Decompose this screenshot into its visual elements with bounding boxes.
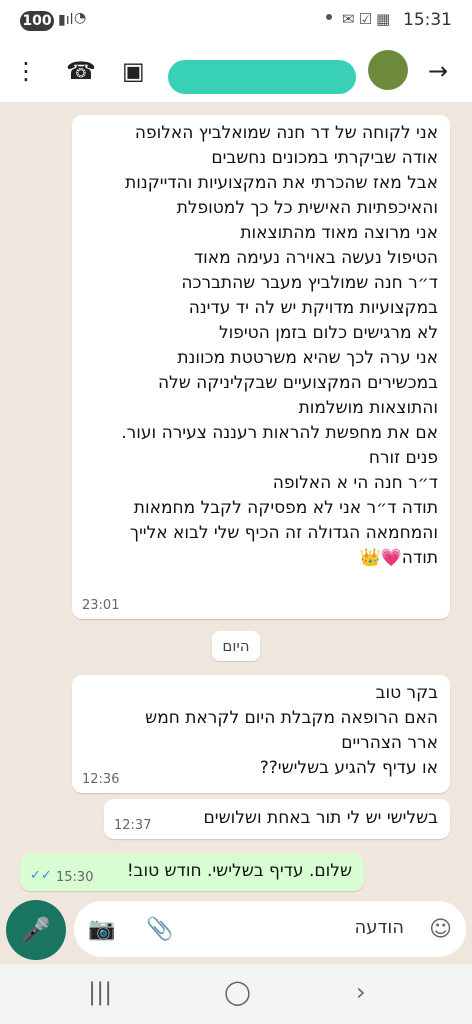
mic-button[interactable]: 🎤 — [6, 900, 66, 960]
attach-icon[interactable]: 📎 — [146, 917, 173, 942]
signal-icon: ▮ıl — [58, 12, 74, 28]
wifi-icon: ◔ — [74, 10, 87, 26]
message-text: בקר טוב האם הרופאה מקבלת היום לקראת חמש … — [145, 683, 438, 778]
redacted-contact-name — [168, 60, 356, 94]
status-app-icons: ✉☑▦ — [342, 10, 395, 28]
message-input-bar[interactable]: 📷 📎 הודעה ☺ — [74, 901, 466, 957]
system-nav-bar: ||| ◯ › — [0, 964, 472, 1024]
message-bubble-1[interactable]: אני לקוחה של דר חנה שמואלביץ האלופה אודה… — [72, 115, 450, 619]
contact-card-icon[interactable]: ▣ — [122, 56, 145, 86]
camera-icon[interactable]: 📷 — [88, 917, 115, 942]
avatar[interactable] — [368, 50, 408, 90]
chat-area: אני לקוחה של דר חנה שמואלביץ האלופה אודה… — [0, 103, 472, 903]
status-clock: 15:31 — [403, 10, 452, 30]
date-chip: היום — [212, 631, 260, 661]
message-bubble-4-outgoing[interactable]: שלום. עדיף בשלישי. חודש טוב! ✓✓ 15:30 — [20, 853, 364, 891]
message-text: בשלישי יש לי תור באחת ושלושים — [203, 808, 438, 828]
message-time: 15:30 — [56, 870, 94, 885]
read-receipt-icon: ✓✓ — [30, 868, 52, 883]
recents-icon[interactable]: ||| — [88, 978, 112, 1006]
message-text: אני לקוחה של דר חנה שמואלביץ האלופה אודה… — [121, 123, 438, 568]
message-time: 12:36 — [82, 772, 120, 787]
message-time: 23:01 — [82, 598, 120, 613]
message-time: 12:37 — [114, 818, 152, 833]
notification-dot — [326, 14, 332, 20]
back-arrow-icon[interactable]: → — [428, 56, 448, 86]
message-input[interactable]: הודעה — [354, 917, 404, 938]
home-icon[interactable]: ◯ — [224, 978, 251, 1006]
back-icon[interactable]: › — [356, 978, 366, 1006]
message-bubble-2[interactable]: בקר טוב האם הרופאה מקבלת היום לקראת חמש … — [72, 675, 450, 793]
add-call-icon[interactable]: ☎ — [66, 56, 96, 86]
chat-header: ⋮ ☎ ▣ → — [0, 44, 472, 103]
battery-badge: 100 — [20, 11, 54, 31]
message-bubble-3[interactable]: בשלישי יש לי תור באחת ושלושים 12:37 — [104, 799, 450, 839]
more-vert-icon[interactable]: ⋮ — [14, 56, 38, 86]
status-bar: 100 ▮ıl ◔ ✉☑▦ 15:31 — [0, 0, 472, 44]
emoji-icon[interactable]: ☺ — [429, 917, 452, 942]
